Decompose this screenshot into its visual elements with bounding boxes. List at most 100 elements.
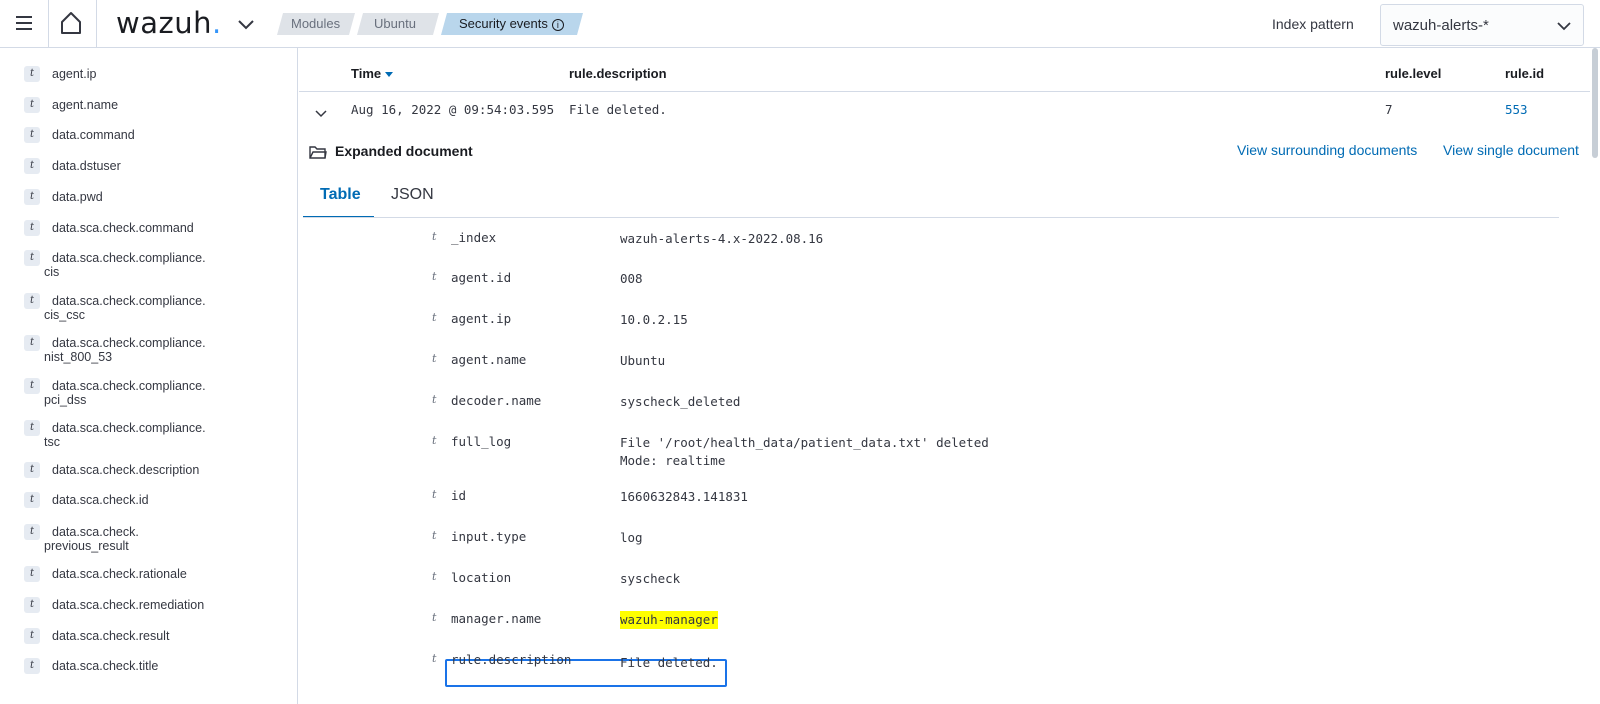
home-icon[interactable] — [58, 10, 84, 36]
string-type-icon: t — [432, 529, 437, 542]
doc-field-key: manager.name — [451, 611, 542, 626]
string-type-icon: t — [24, 597, 40, 613]
doc-field-value-line-2: Mode: realtime — [620, 453, 726, 468]
string-type-icon: t — [24, 293, 40, 309]
string-type-icon: t — [432, 311, 437, 324]
field-name: data.sca.check.title — [52, 659, 159, 673]
collapse-row-chevron-icon[interactable] — [313, 106, 329, 122]
doc-field-key: decoder.name — [451, 393, 542, 408]
string-type-icon: t — [24, 420, 40, 436]
sort-down-icon[interactable] — [385, 72, 394, 77]
doc-field-key: agent.id — [451, 270, 512, 285]
field-name: data.sca.check.id — [52, 493, 149, 507]
field-name: agent.ip — [52, 67, 97, 81]
field-name-continuation: previous_result — [44, 539, 129, 553]
doc-field-key: id — [451, 488, 467, 503]
sidebar-field-sca-compliance-cis-csc[interactable]: t data.sca.check.compliance. cis_csc — [24, 293, 284, 323]
sidebar-field-sca-compliance-nist[interactable]: t data.sca.check.compliance. nist_800_53 — [24, 335, 284, 365]
string-type-icon: t — [24, 524, 40, 540]
column-header-time[interactable]: Time — [351, 66, 394, 81]
string-type-icon: t — [432, 488, 437, 501]
string-type-icon: t — [24, 566, 40, 582]
string-type-icon: t — [432, 270, 437, 283]
column-header-rule-id[interactable]: rule.id — [1505, 66, 1544, 81]
index-pattern-value: wazuh-alerts-* — [1393, 17, 1489, 34]
string-type-icon: t — [24, 658, 40, 674]
chevron-down-icon[interactable] — [236, 14, 256, 34]
breadcrumb-label: Security events — [459, 16, 548, 31]
doc-field-key: input.type — [451, 529, 527, 544]
doc-field-value: File deleted. — [620, 655, 718, 670]
field-name-continuation: cis_csc — [44, 308, 85, 322]
field-name: data.command — [52, 128, 135, 142]
header-divider — [299, 91, 1590, 92]
row-rule-id-link[interactable]: 553 — [1505, 102, 1528, 117]
doc-field-value: syscheck_deleted — [620, 394, 741, 409]
scrollbar-thumb[interactable] — [1592, 48, 1598, 158]
hamburger-menu-icon[interactable] — [14, 12, 36, 34]
field-list-sidebar: t agent.ip t agent.name t data.command t dat… — [0, 48, 298, 704]
row-level-cell: 7 — [1385, 102, 1393, 117]
field-name: data.sca.check.command — [52, 221, 194, 235]
field-name: data.pwd — [52, 190, 103, 204]
string-type-icon: t — [24, 492, 40, 508]
highlighted-manager-name: wazuh-manager — [620, 611, 718, 629]
view-single-document-link[interactable]: View single document — [1443, 142, 1579, 158]
doc-field-value: log — [620, 530, 643, 545]
field-name-continuation: cis — [44, 265, 60, 279]
string-type-icon: t — [24, 378, 40, 394]
field-name: data.sca.check.rationale — [52, 567, 187, 581]
view-surrounding-documents-link[interactable]: View surrounding documents — [1237, 142, 1417, 158]
doc-field-key: _index — [451, 230, 497, 245]
breadcrumb-modules[interactable]: Modules — [277, 13, 355, 35]
wazuh-logo[interactable]: wazuh. — [116, 6, 222, 40]
index-pattern-label: Index pattern — [1272, 16, 1354, 32]
chevron-down-icon — [1557, 22, 1571, 31]
sidebar-field-sca-compliance-pci[interactable]: t data.sca.check.compliance. pci_dss — [24, 378, 284, 408]
field-name: data.sca.check.result — [52, 629, 170, 643]
column-header-rule-level[interactable]: rule.level — [1385, 66, 1441, 81]
string-type-icon: t — [432, 434, 437, 447]
field-name: data.sca.check.compliance. — [52, 251, 206, 265]
info-icon[interactable]: i — [552, 19, 564, 31]
top-navigation-bar: wazuh. Modules Ubuntu Security events i I… — [0, 0, 1600, 48]
string-type-icon: t — [432, 352, 437, 365]
sidebar-field-sca-compliance-cis[interactable]: t data.sca.check.compliance. cis — [24, 250, 284, 280]
doc-field-key: full_log — [451, 434, 512, 449]
field-name: data.sca.check.remediation — [52, 598, 205, 612]
doc-field-key: location — [451, 570, 512, 585]
index-pattern-select[interactable]: wazuh-alerts-* — [1380, 4, 1584, 46]
column-header-label: Time — [351, 66, 382, 81]
string-type-icon: t — [24, 189, 40, 205]
doc-field-value: 10.0.2.15 — [620, 312, 688, 327]
vertical-scrollbar[interactable] — [1590, 48, 1600, 704]
string-type-icon: t — [24, 628, 40, 644]
tab-table[interactable]: Table — [303, 176, 374, 218]
field-name: agent.name — [52, 98, 119, 112]
breadcrumb-security-events[interactable]: Security events i — [441, 13, 583, 35]
agent-id-link[interactable]: 008 — [620, 270, 643, 288]
sidebar-field-sca-check-previous-result[interactable]: t data.sca.check. previous_result — [24, 524, 284, 554]
field-name: data.sca.check.description — [52, 463, 200, 477]
header-divider — [96, 0, 97, 48]
string-type-icon: t — [24, 97, 40, 113]
header-divider — [48, 0, 49, 48]
string-type-icon: t — [24, 335, 40, 351]
doc-field-value: 1660632843.141831 — [620, 489, 748, 504]
string-type-icon: t — [432, 611, 437, 624]
column-header-rule-description[interactable]: rule.description — [569, 66, 667, 81]
field-name: data.sca.check.compliance. — [52, 421, 206, 435]
breadcrumb-ubuntu[interactable]: Ubuntu — [357, 13, 439, 35]
doc-field-value: syscheck — [620, 571, 681, 586]
row-description-cell: File deleted. — [569, 102, 667, 117]
string-type-icon: t — [24, 462, 40, 478]
agent-name-link[interactable]: Ubuntu — [620, 352, 665, 370]
doc-field-key: rule.description — [451, 652, 572, 667]
sidebar-field-sca-compliance-tsc[interactable]: t data.sca.check.compliance. tsc — [24, 420, 284, 450]
string-type-icon: t — [24, 250, 40, 266]
expanded-document-title: Expanded document — [335, 143, 473, 159]
row-time-cell: Aug 16, 2022 @ 09:54:03.595 — [351, 102, 555, 117]
main-content: Time rule.description rule.level rule.id… — [299, 48, 1590, 704]
string-type-icon: t — [24, 158, 40, 174]
tab-json[interactable]: JSON — [374, 176, 451, 218]
